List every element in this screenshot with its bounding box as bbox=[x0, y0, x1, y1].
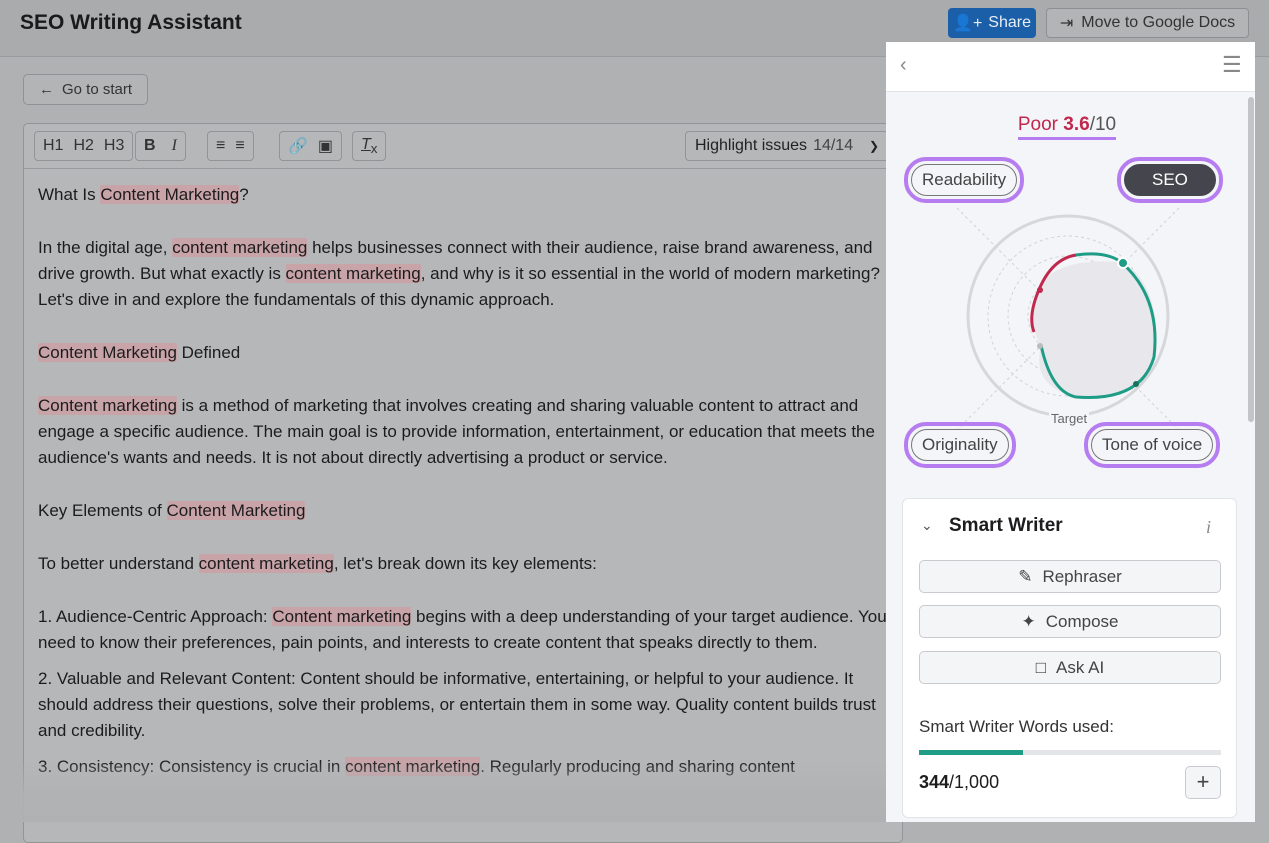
info-icon[interactable]: i bbox=[1206, 517, 1211, 538]
keyword-highlight[interactable]: Content Marketing bbox=[38, 343, 177, 362]
score-panel: ‹ ☰ Poor 3.6/10 Target Readability SEO O… bbox=[886, 42, 1255, 822]
editor-toolbar: H1 H2 H3 B I ≡ ≡ 🔗 ▣ Tx Highlight issues… bbox=[24, 124, 902, 169]
go-to-start-button[interactable]: ← Go to start bbox=[23, 74, 148, 105]
words-used-label: Smart Writer Words used: bbox=[919, 717, 1114, 736]
text-segment: 2. Valuable and Relevant Content: Conten… bbox=[38, 669, 876, 740]
ask-ai-button[interactable]: □ Ask AI bbox=[919, 651, 1221, 684]
paragraph: To better understand content marketing, … bbox=[38, 551, 898, 577]
overall-score: Poor 3.6/10 bbox=[886, 114, 1248, 140]
keyword-highlight[interactable]: content marketing bbox=[285, 264, 421, 283]
h3-button[interactable]: H3 bbox=[104, 137, 124, 155]
keyword-highlight[interactable]: Content Marketing bbox=[166, 501, 306, 520]
highlight-issues-dropdown[interactable]: Highlight issues 14/14 ❯ bbox=[685, 131, 889, 161]
tab-seo[interactable]: SEO bbox=[1117, 157, 1223, 203]
keyword-highlight[interactable]: Content marketing bbox=[38, 396, 177, 415]
paragraph: Key Elements of Content Marketing bbox=[38, 498, 898, 524]
format-group: B I bbox=[135, 131, 186, 161]
move-to-google-docs-button[interactable]: ⇥ Move to Google Docs bbox=[1046, 8, 1249, 38]
clear-format-icon: Tx bbox=[361, 135, 378, 157]
panel-header: ‹ ☰ bbox=[886, 42, 1255, 92]
smart-writer-card: ⌄ Smart Writer i ✎ Rephraser ✦ Compose □ As… bbox=[902, 498, 1237, 818]
add-user-icon: 👤+ bbox=[953, 15, 983, 32]
paragraph: In the digital age, content marketing he… bbox=[38, 235, 898, 313]
words-progress-bar bbox=[919, 750, 1221, 755]
list-item: 2. Valuable and Relevant Content: Conten… bbox=[38, 666, 898, 744]
words-progress-fill bbox=[919, 750, 1023, 755]
arrow-left-icon: ← bbox=[38, 81, 54, 98]
ordered-list-icon[interactable]: ≡ bbox=[216, 137, 225, 155]
text-segment: , let's break down its key elements: bbox=[333, 554, 597, 573]
tab-readability[interactable]: Readability bbox=[904, 157, 1025, 203]
chevron-down-icon: ❯ bbox=[868, 139, 879, 153]
list-group: ≡ ≡ bbox=[207, 131, 254, 161]
text-segment: What Is bbox=[38, 185, 101, 204]
edit-icon: ✎ bbox=[1018, 566, 1033, 586]
text-segment: 1. Audience-Centric Approach: bbox=[38, 607, 273, 626]
compose-button[interactable]: ✦ Compose bbox=[919, 605, 1221, 638]
export-icon: ⇥ bbox=[1059, 15, 1074, 32]
page-title: SEO Writing Assistant bbox=[20, 11, 242, 34]
italic-button[interactable]: I bbox=[172, 137, 177, 155]
tone-point bbox=[1133, 381, 1139, 387]
originality-point bbox=[1037, 343, 1043, 349]
words-count: 344/1,000 bbox=[919, 772, 1000, 792]
menu-icon[interactable]: ☰ bbox=[1222, 52, 1242, 78]
paragraph: Content Marketing Defined bbox=[38, 340, 898, 366]
bullet-list-icon[interactable]: ≡ bbox=[235, 137, 244, 155]
text-segment: Defined bbox=[176, 343, 241, 362]
smart-writer-title: Smart Writer bbox=[949, 515, 1063, 536]
keyword-highlight[interactable]: content marketing bbox=[198, 554, 334, 573]
back-chevron-icon[interactable]: ‹ bbox=[900, 54, 907, 77]
magic-pen-icon: ✦ bbox=[1021, 611, 1036, 631]
keyword-highlight[interactable]: content marketing bbox=[172, 238, 308, 257]
image-icon[interactable]: ▣ bbox=[318, 136, 333, 156]
insert-group: 🔗 ▣ bbox=[279, 131, 343, 161]
text-segment: Key Elements of bbox=[38, 501, 167, 520]
paragraph: Content marketing is a method of marketi… bbox=[38, 393, 898, 471]
clear-format-button[interactable]: Tx bbox=[352, 131, 387, 161]
tab-tone-of-voice[interactable]: Tone of voice bbox=[1084, 422, 1221, 468]
link-icon[interactable]: 🔗 bbox=[288, 136, 308, 156]
rephraser-button[interactable]: ✎ Rephraser bbox=[919, 560, 1221, 593]
target-label: Target bbox=[1049, 411, 1090, 426]
text-segment: ? bbox=[239, 185, 249, 204]
list-item: 1. Audience-Centric Approach: Content ma… bbox=[38, 604, 898, 656]
bold-button[interactable]: B bbox=[144, 137, 156, 155]
h1-button[interactable]: H1 bbox=[43, 137, 63, 155]
keyword-highlight[interactable]: Content marketing bbox=[272, 607, 412, 626]
seo-point bbox=[1117, 257, 1129, 269]
text-segment: In the digital age, bbox=[38, 238, 173, 257]
h2-button[interactable]: H2 bbox=[73, 137, 93, 155]
chat-bubble-icon: □ bbox=[1035, 657, 1047, 677]
heading-group: H1 H2 H3 bbox=[34, 131, 134, 161]
keyword-highlight[interactable]: Content Marketing bbox=[100, 185, 240, 204]
scrollbar[interactable] bbox=[1248, 97, 1254, 422]
text-segment: To better understand bbox=[38, 554, 199, 573]
editor-content[interactable]: What Is Content Marketing? In the digital… bbox=[38, 182, 898, 790]
collapse-chevron-icon[interactable]: ⌄ bbox=[921, 517, 933, 534]
add-words-button[interactable]: + bbox=[1185, 766, 1221, 799]
radar-chart bbox=[956, 207, 1180, 431]
readability-point bbox=[1037, 287, 1043, 293]
paragraph: What Is Content Marketing? bbox=[38, 182, 898, 208]
bottom-fade bbox=[0, 760, 886, 822]
share-button[interactable]: 👤+ Share bbox=[948, 8, 1036, 38]
editor[interactable]: H1 H2 H3 B I ≡ ≡ 🔗 ▣ Tx Highlight issues… bbox=[23, 123, 903, 843]
tab-originality[interactable]: Originality bbox=[904, 422, 1016, 468]
